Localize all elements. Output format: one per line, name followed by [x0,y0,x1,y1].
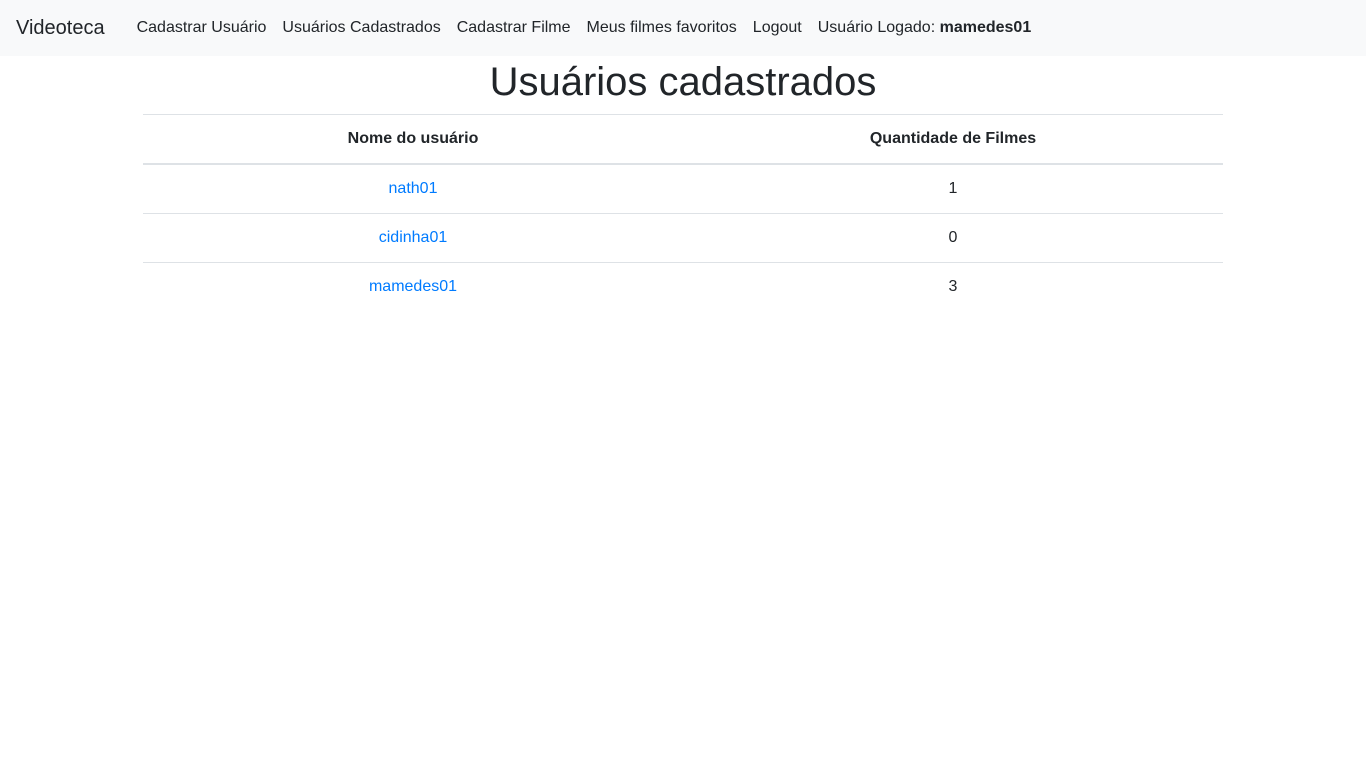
users-table: Nome do usuário Quantidade de Filmes nat… [143,114,1223,311]
nav-link-usuarios-cadastrados[interactable]: Usuários Cadastrados [274,20,448,36]
user-link[interactable]: mamedes01 [369,278,457,295]
nav-link-cadastrar-usuario[interactable]: Cadastrar Usuário [129,20,275,36]
count-cell: 0 [683,213,1223,263]
user-cell: cidinha01 [143,213,683,263]
logged-user-indicator: Usuário Logado: mamedes01 [810,20,1039,36]
user-cell: nath01 [143,164,683,214]
user-cell: mamedes01 [143,262,683,311]
logged-user-label: Usuário Logado: [817,19,940,36]
page-title: Usuários cadastrados [489,60,877,104]
nav-link-meus-filmes-favoritos[interactable]: Meus filmes favoritos [579,20,745,36]
user-link[interactable]: nath01 [389,180,438,197]
user-link[interactable]: cidinha01 [379,229,448,246]
nav-links: Cadastrar Usuário Usuários Cadastrados C… [129,20,1040,36]
column-header-count: Quantidade de Filmes [683,114,1223,165]
navbar: Videoteca Cadastrar Usuário Usuários Cad… [0,0,1366,56]
table-row: cidinha01 0 [143,213,1223,263]
main-content: Usuários cadastrados Nome do usuário Qua… [143,58,1223,311]
table-row: mamedes01 3 [143,262,1223,311]
nav-link-logout[interactable]: Logout [745,20,810,36]
brand-link[interactable]: Videoteca [16,18,105,38]
logged-user-name: mamedes01 [939,19,1032,36]
nav-link-cadastrar-filme[interactable]: Cadastrar Filme [449,20,579,36]
column-header-user: Nome do usuário [143,114,683,165]
count-cell: 3 [683,262,1223,311]
table-row: nath01 1 [143,164,1223,214]
table-header-row: Nome do usuário Quantidade de Filmes [143,114,1223,165]
count-cell: 1 [948,180,958,197]
